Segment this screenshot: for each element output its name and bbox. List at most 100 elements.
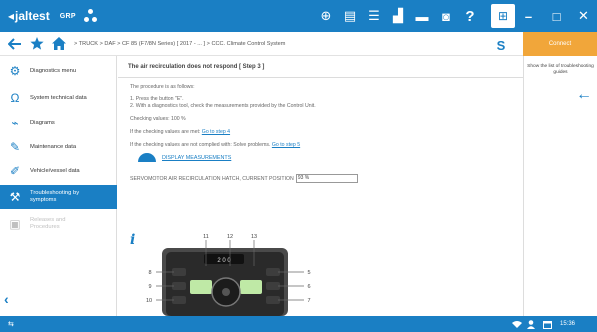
panel-display-text: 2 0 0 — [217, 258, 231, 264]
breadcrumb-separator: > — [206, 40, 210, 47]
show-guides-list-button[interactable]: Show the list of troubleshooting guides — [524, 64, 597, 76]
sidebar-item-maintenance-data[interactable]: ✎ Maintenance data — [0, 138, 117, 156]
top-bar: ◂ jaltest GRP ⊕ ▤ ☰ ▟ ▬ ◙ ? ⊞ – □ ✕ — [0, 0, 597, 32]
user-icon[interactable] — [527, 316, 535, 332]
hierarchy-icon[interactable] — [83, 9, 98, 23]
sidebar: ⚙ Diagnostics menu Ω System technical da… — [0, 56, 117, 316]
left-temp-screen — [190, 280, 212, 294]
sidebar-item-label: Vehicle/vessel data — [30, 167, 80, 174]
diagnostics-icon: ⚙ — [9, 64, 21, 78]
logo-text: jaltest — [15, 9, 50, 23]
servo-position-row: SERVOMOTOR AIR RECIRCULATION HATCH, CURR… — [130, 174, 510, 183]
sidebar-item-troubleshooting[interactable]: ⚒ Troubleshooting by symptoms — [0, 185, 117, 209]
breadcrumb-item[interactable]: CCC. Climate Control System — [211, 41, 285, 47]
back-arrow-icon[interactable] — [4, 32, 26, 56]
procedure-step-1: 1. Press the button "E". — [130, 96, 184, 102]
list-icon[interactable]: ☰ — [362, 0, 386, 32]
right-temp-screen — [240, 280, 262, 294]
apps-grid-button[interactable]: ⊞ — [491, 4, 515, 28]
sidebar-item-label: Releases and Procedures — [30, 217, 66, 230]
favorites-star-icon[interactable] — [26, 32, 48, 56]
clock-time: 15:36 — [560, 321, 576, 327]
sidebar-item-vehicle-vessel-data[interactable]: ✐ Vehicle/vessel data — [0, 162, 117, 180]
status-bar: ⇆ 15:36 — [0, 316, 597, 332]
callout-10: 10 — [146, 298, 152, 304]
grid-icon: ⊞ — [497, 9, 509, 23]
go-to-step-5-link[interactable]: Go to step 5 — [272, 142, 300, 148]
control-panel-diagram: 2 0 0 11 12 13 8 9 10 5 6 7 — [146, 234, 311, 316]
callout-11: 11 — [203, 234, 209, 240]
servo-position-value: 93 % — [295, 174, 358, 183]
filter-icon[interactable]: S — [489, 36, 513, 54]
callout-8: 8 — [148, 270, 151, 276]
printer-icon[interactable]: ▬ — [410, 0, 434, 32]
breadcrumb-separator: > — [74, 40, 78, 47]
step-header: The air recirculation does not respond [… — [118, 56, 523, 78]
globe-icon[interactable]: ⊕ — [314, 0, 338, 32]
app-window: ◂ jaltest GRP ⊕ ▤ ☰ ▟ ▬ ◙ ? ⊞ – □ ✕ > TR… — [0, 0, 597, 332]
breadcrumb-item[interactable]: TRUCK — [79, 41, 98, 47]
display-measurements-button[interactable]: DISPLAY MEASUREMENTS — [130, 153, 510, 162]
camera-icon[interactable]: ◙ — [434, 0, 458, 32]
connect-button[interactable]: Connect — [523, 32, 597, 56]
procedure-content: The procedure is as follows: 1. Press th… — [130, 84, 510, 183]
close-button[interactable]: ✕ — [570, 0, 597, 32]
procedure-intro: The procedure is as follows: — [130, 84, 195, 90]
condition-not-met-text: If the checking values are not complied … — [130, 142, 272, 148]
sidebar-item-diagrams[interactable]: ⌁ Diagrams — [0, 114, 117, 132]
procedures-icon: ▣ — [9, 217, 21, 231]
sidebar-item-label: Troubleshooting by symptoms — [30, 190, 80, 203]
sidebar-item-releases-procedures: ▣ Releases and Procedures — [0, 213, 117, 235]
minimize-button[interactable]: – — [515, 0, 542, 32]
step-title: The air recirculation does not respond [… — [128, 63, 265, 70]
logo-mark-icon: ◂ — [8, 9, 15, 23]
condition-met-line: If the checking values are met: Go to st… — [130, 129, 510, 136]
technical-data-icon: Ω — [10, 91, 20, 105]
sidebar-collapse-icon[interactable]: ‹ — [4, 291, 20, 309]
dashboard-icon[interactable]: ▟ — [386, 0, 410, 32]
home-icon[interactable] — [48, 32, 70, 56]
diagrams-icon: ⌁ — [11, 116, 19, 130]
callout-12: 12 — [227, 234, 233, 240]
jaltest-logo: ◂ jaltest — [8, 9, 50, 23]
maintenance-icon: ✎ — [9, 140, 21, 154]
sidebar-item-label: Diagnostics menu — [30, 67, 77, 74]
connection-status-icon[interactable]: ⇆ — [8, 316, 14, 332]
breadcrumb-item[interactable]: DAF — [104, 41, 115, 47]
condition-not-met-line: If the checking values are not complied … — [130, 142, 510, 149]
breadcrumb: > TRUCK > DAF > CF 85 (F7/8N Series) [ 2… — [74, 41, 285, 47]
callout-13: 13 — [251, 234, 257, 240]
sidebar-item-system-technical-data[interactable]: Ω System technical data — [0, 86, 117, 110]
breadcrumb-separator: > — [99, 40, 103, 47]
calendar-icon[interactable] — [543, 316, 552, 332]
maximize-button[interactable]: □ — [543, 0, 570, 32]
info-icon[interactable]: i — [130, 232, 135, 248]
group-label: GRP — [59, 12, 76, 20]
servo-position-label: SERVOMOTOR AIR RECIRCULATION HATCH, CURR… — [130, 175, 294, 182]
fan-knob-center — [222, 288, 230, 296]
go-to-step-4-link[interactable]: Go to step 4 — [202, 129, 230, 135]
right-panel: Show the list of troubleshooting guides … — [523, 56, 597, 316]
callout-9: 9 — [148, 284, 151, 290]
expand-arrow-icon[interactable]: ← — [576, 86, 592, 104]
help-icon[interactable]: ? — [458, 0, 482, 32]
wifi-icon — [512, 316, 522, 332]
sidebar-item-label: System technical data — [30, 94, 87, 101]
measurements-icon — [138, 153, 156, 162]
callout-7: 7 — [307, 298, 310, 304]
document-icon[interactable]: ▤ — [338, 0, 362, 32]
display-measurements-label: DISPLAY MEASUREMENTS — [162, 154, 232, 161]
callout-6: 6 — [307, 284, 310, 290]
callout-5: 5 — [307, 270, 310, 276]
condition-met-text: If the checking values are met: — [130, 129, 202, 135]
checking-values: Checking values: 100 % — [130, 116, 186, 122]
sidebar-item-label: Diagrams — [30, 119, 55, 126]
breadcrumb-item[interactable]: CF 85 (F7/8N Series) [ 2017 - ... ] — [122, 41, 205, 47]
procedure-step-2: 2. With a diagnostics tool, check the me… — [130, 103, 316, 109]
toolbar-icons: ⊕ ▤ ☰ ▟ ▬ ◙ ? — [314, 0, 482, 32]
breadcrumb-separator: > — [117, 40, 121, 47]
vehicle-data-icon: ✐ — [9, 164, 21, 178]
sidebar-item-diagnostics-menu[interactable]: ⚙ Diagnostics menu — [0, 62, 117, 80]
troubleshooting-icon: ⚒ — [9, 190, 21, 204]
sidebar-item-label: Maintenance data — [30, 143, 77, 150]
